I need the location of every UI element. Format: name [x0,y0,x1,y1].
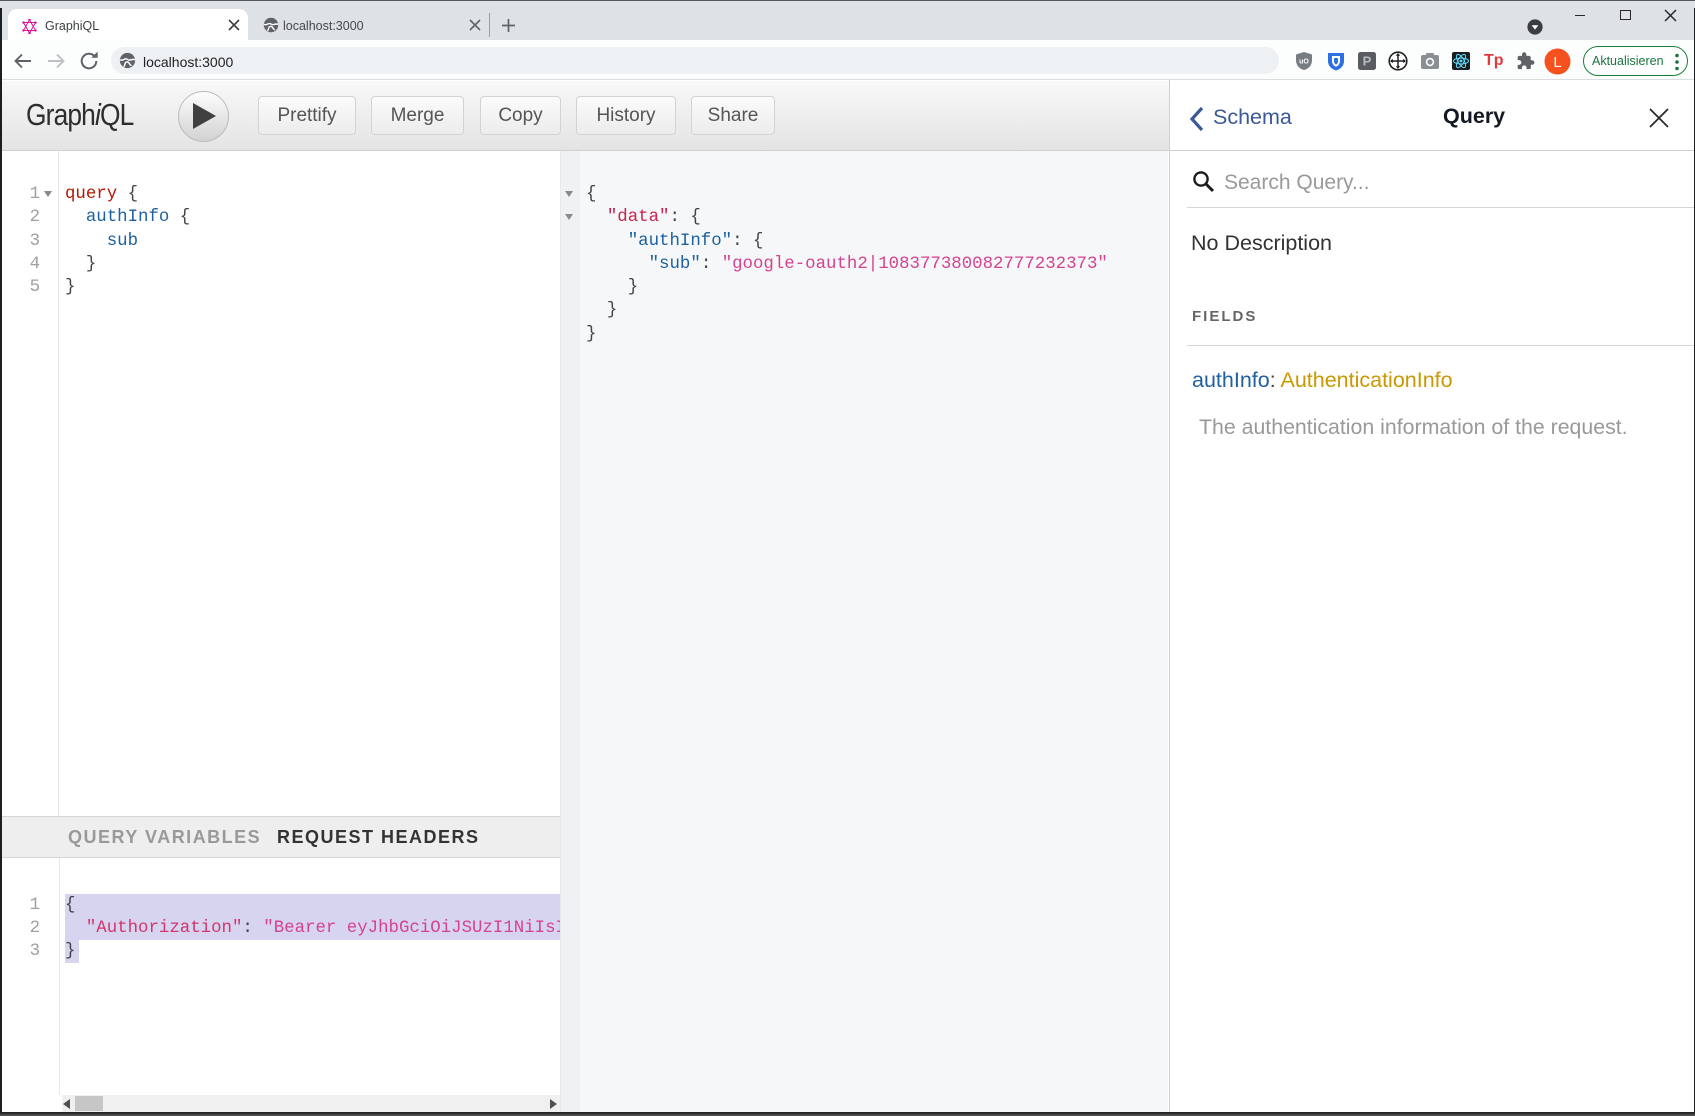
svg-text:uO: uO [1299,59,1309,66]
svg-text:P: P [1363,54,1372,69]
svg-text:L: L [1553,54,1561,71]
